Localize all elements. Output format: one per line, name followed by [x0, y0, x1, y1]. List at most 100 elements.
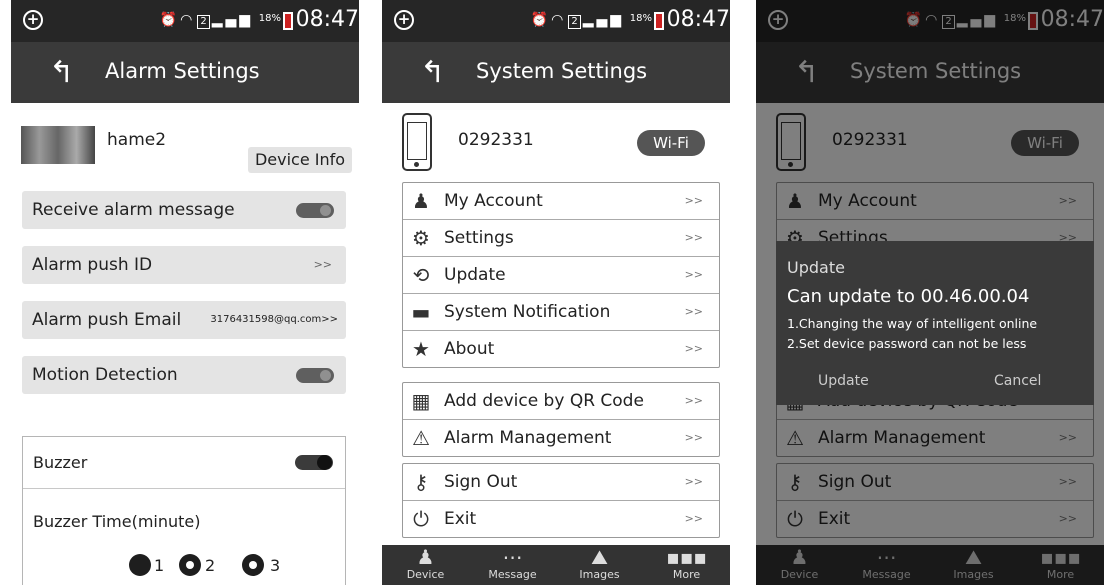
- status-bar: + ⏰◠2▂▄▆ 18% 08:47: [382, 0, 730, 42]
- chevron-right-icon: >>: [313, 258, 332, 271]
- sim-badge: 2: [197, 15, 210, 29]
- alarm-clock-icon: ⏰: [530, 12, 552, 28]
- tab-images[interactable]: ⛰Images: [556, 545, 643, 585]
- alarm-push-id-row[interactable]: Alarm push ID >>: [22, 246, 346, 284]
- page-title: Alarm Settings: [105, 59, 260, 83]
- buzzer-label: Buzzer: [33, 453, 88, 472]
- phone-icon: [402, 113, 432, 171]
- menu-item-about[interactable]: ★ About >>: [403, 331, 719, 367]
- status-clock: 08:47: [295, 7, 359, 32]
- star-icon: ★: [412, 337, 430, 361]
- menu-label: Sign Out: [444, 472, 518, 492]
- buzzer-toggle[interactable]: [295, 455, 333, 470]
- signal-bars-icon: ▂▄▆: [582, 12, 624, 28]
- battery-percent: 18%: [629, 13, 652, 24]
- battery-icon: [283, 12, 293, 30]
- qr-code-icon: ▦: [411, 389, 431, 413]
- chevron-right-icon: >>: [684, 475, 703, 488]
- menu-item-settings[interactable]: ⚙ Settings >>: [403, 220, 719, 257]
- radio-label-1: 1: [154, 556, 165, 575]
- dialog-changelog-line-2: 2.Set device password can not be less: [787, 336, 1027, 351]
- menu-label: Update: [444, 265, 506, 285]
- menu-item-exit[interactable]: ⏻ Exit >>: [403, 501, 719, 537]
- back-arrow-icon[interactable]: ↰: [49, 55, 74, 90]
- alarm-clock-icon: ⏰: [159, 12, 181, 28]
- buzzer-time-radio-2[interactable]: [179, 554, 201, 576]
- menu-label: System Notification: [444, 302, 611, 322]
- tab-device[interactable]: ♟Device: [382, 545, 469, 585]
- alarm-siren-icon: ⚠: [412, 426, 430, 450]
- title-bar: ↰ System Settings: [382, 42, 730, 103]
- menu-item-alarm-management[interactable]: ⚠ Alarm Management >>: [403, 420, 719, 456]
- receive-alarm-toggle[interactable]: [296, 203, 334, 218]
- menu-item-update[interactable]: ⟲ Update >>: [403, 257, 719, 294]
- update-dialog: Update Can update to 00.46.00.04 1.Chang…: [776, 241, 1094, 405]
- wifi-signal-icon: ◠: [180, 12, 196, 28]
- user-icon: ♟: [412, 189, 430, 213]
- device-name: hame2: [107, 130, 167, 150]
- tab-label: Device: [406, 568, 445, 581]
- alarm-settings-screen: + ⏰◠ 2 ▂▄▆ 18% 08:47 ↰ Alarm Settings hame…: [11, 0, 359, 585]
- buzzer-time-label: Buzzer Time(minute): [33, 512, 201, 531]
- menu-label: About: [444, 339, 495, 359]
- receive-alarm-row[interactable]: Receive alarm message: [22, 191, 346, 229]
- camera-thumbnail: [21, 126, 95, 164]
- dialog-changelog-line-1: 1.Changing the way of intelligent online: [787, 316, 1038, 331]
- buzzer-time-radio-3[interactable]: [242, 554, 264, 576]
- title-bar: ↰ Alarm Settings: [11, 42, 359, 103]
- add-circle-icon: +: [23, 10, 43, 30]
- message-bubble-icon: ⋯: [502, 545, 523, 569]
- add-circle-icon: +: [394, 10, 414, 30]
- alarm-push-email-value: 3176431598@qq.com: [210, 314, 322, 325]
- battery-percent: 18%: [258, 13, 281, 24]
- buzzer-row[interactable]: Buzzer: [23, 437, 345, 489]
- device-info-button[interactable]: Device Info: [248, 147, 352, 173]
- power-icon: ⏻: [413, 507, 429, 531]
- motion-detection-toggle[interactable]: [296, 368, 334, 383]
- more-dots-icon: ▪▪▪: [666, 545, 707, 569]
- menu-item-sign-out[interactable]: ⚷ Sign Out >>: [403, 464, 719, 501]
- menu-label: Alarm Management: [444, 428, 612, 448]
- chevron-right-icon: >>: [684, 394, 703, 407]
- menu-group-main: ♟ My Account >> ⚙ Settings >> ⟲ Update >> ▬ Sys…: [402, 182, 720, 368]
- menu-item-system-notification[interactable]: ▬ System Notification >>: [403, 294, 719, 331]
- page-title: System Settings: [476, 59, 648, 83]
- dialog-title: Update: [787, 258, 845, 277]
- wifi-badge: Wi-Fi: [637, 130, 705, 156]
- images-mountain-icon: ⛰: [591, 545, 608, 569]
- tab-more[interactable]: ▪▪▪More: [643, 545, 730, 585]
- menu-label: My Account: [444, 191, 543, 211]
- menu-item-my-account[interactable]: ♟ My Account >>: [403, 183, 719, 220]
- bottom-tab-bar: ♟Device ⋯Message ⛰Images ▪▪▪More: [382, 545, 730, 585]
- system-settings-screen: + ⏰◠ 2 ▂▄▆ 18% 08:47 ↰ System Settings 029…: [382, 0, 730, 585]
- menu-item-add-device-qr[interactable]: ▦ Add device by QR Code >>: [403, 383, 719, 420]
- chevron-right-icon: >>: [321, 314, 338, 325]
- menu-label: Add device by QR Code: [444, 391, 644, 411]
- tab-label: Message: [488, 568, 537, 581]
- alarm-push-id-label: Alarm push ID: [32, 255, 153, 275]
- buzzer-time-radio-1[interactable]: [129, 554, 151, 576]
- device-id: 0292331: [458, 130, 534, 150]
- alarm-push-email-row[interactable]: Alarm push Email 3176431598@qq.com>>: [22, 301, 346, 339]
- tab-message[interactable]: ⋯Message: [469, 545, 556, 585]
- chevron-right-icon: >>: [684, 268, 703, 281]
- signal-bars-icon: ▂▄▆: [211, 12, 253, 28]
- sim-badge: 2: [568, 15, 581, 29]
- tab-label: More: [672, 568, 701, 581]
- dialog-version-text: Can update to 00.46.00.04: [787, 286, 1030, 307]
- dialog-cancel-button[interactable]: Cancel: [994, 373, 1041, 389]
- tab-label: Images: [579, 568, 620, 581]
- chevron-right-icon: >>: [684, 305, 703, 318]
- settings-gear-icon: ⚙: [412, 226, 430, 250]
- radio-label-2: 2: [205, 556, 216, 575]
- buzzer-panel: Buzzer Buzzer Time(minute) 1 2 3: [22, 436, 346, 585]
- motion-detection-label: Motion Detection: [32, 365, 178, 385]
- menu-label: Exit: [444, 509, 477, 529]
- wifi-signal-icon: ◠: [551, 12, 567, 28]
- back-arrow-icon[interactable]: ↰: [420, 55, 445, 90]
- receive-alarm-label: Receive alarm message: [32, 200, 235, 220]
- radio-label-3: 3: [270, 556, 281, 575]
- motion-detection-row[interactable]: Motion Detection: [22, 356, 346, 394]
- status-clock: 08:47: [666, 7, 730, 32]
- dialog-update-button[interactable]: Update: [818, 373, 869, 389]
